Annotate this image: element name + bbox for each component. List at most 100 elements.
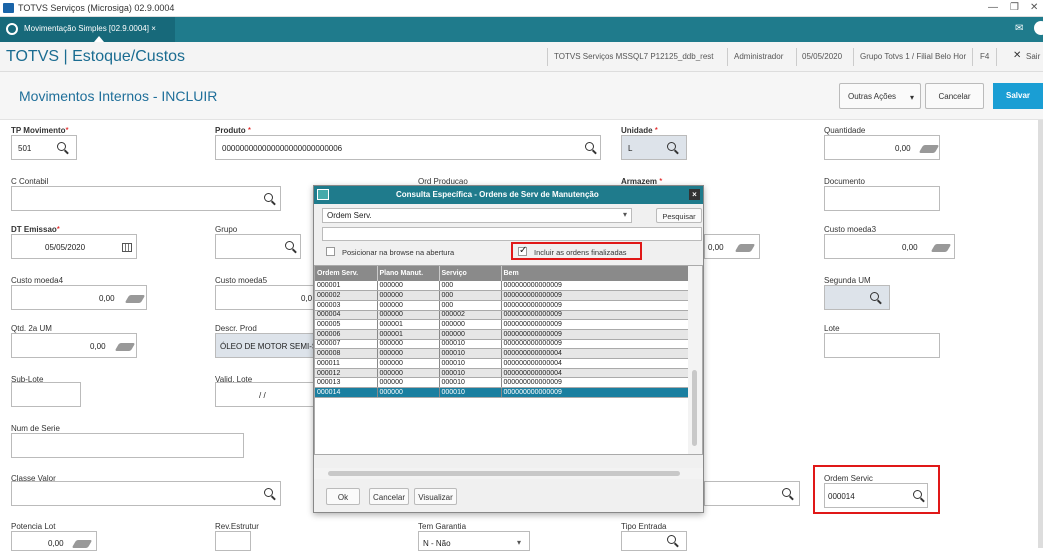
close-icon[interactable]: × (689, 189, 700, 200)
table-row[interactable]: 000004 000000 000002 000000000000009 (315, 310, 689, 321)
table-cell: 000012 (315, 368, 378, 379)
table-cell: 000010 (439, 339, 502, 350)
quantidade-field[interactable]: 0,00 (824, 135, 940, 160)
lote-field[interactable] (824, 333, 940, 358)
produto-field[interactable]: 000000000000000000000000006 (215, 135, 601, 160)
results-grid: Ordem Serv. Plano Manut. Serviço Bem 000001… (314, 265, 703, 455)
table-row[interactable]: 000002 000000 000 000000000000009 (315, 290, 689, 301)
page-scrollbar[interactable] (1038, 120, 1043, 548)
column-header[interactable]: Bem (501, 266, 689, 281)
table-row[interactable]: 000012 000000 000010 000000000000004 (315, 368, 689, 379)
minimize-icon[interactable]: — (988, 2, 998, 13)
num-serie-label: Num de Serie (11, 424, 60, 433)
table-row[interactable]: 000011 000000 000010 000000000000004 (315, 358, 689, 369)
eraser-icon[interactable] (918, 145, 940, 153)
shortcut-key[interactable]: F4 (980, 52, 989, 61)
mail-icon[interactable]: ✉ (1015, 23, 1023, 34)
table-cell: 000000 (377, 368, 440, 379)
documento-field[interactable] (824, 186, 940, 211)
branch-info[interactable]: Grupo Totvs 1 / Filial Belo Hor (860, 52, 966, 61)
valid-lote-field[interactable]: / / (215, 382, 315, 407)
table-row[interactable]: 000001 000000 000 000000000000009 (315, 281, 689, 292)
search-icon[interactable] (667, 535, 676, 544)
index-select[interactable]: Ordem Serv. ▾ (322, 208, 632, 223)
column-header[interactable]: Ordem Serv. (315, 266, 378, 281)
search-icon[interactable] (57, 142, 66, 151)
tab-label: Movimentação Simples [02.9.0004] (24, 24, 149, 33)
cancel-button[interactable]: Cancelar (925, 83, 984, 109)
tem-garantia-select[interactable]: N - Não ▾ (418, 531, 530, 551)
qtd-2a-um-field[interactable]: 0,00 (11, 333, 137, 358)
restore-icon[interactable]: ❐ (1010, 2, 1019, 13)
table-cell: 000000 (377, 358, 440, 369)
grid-vscroll-thumb[interactable] (692, 370, 697, 446)
c-contabil-field[interactable] (11, 186, 281, 211)
other-actions-button[interactable]: Outras Ações ▾ (839, 83, 921, 109)
search-icon[interactable] (667, 142, 676, 151)
custo-field-partial[interactable]: 0,00 (704, 234, 760, 259)
dt-emissao-label: DT Emissao* (11, 225, 60, 234)
custo-moeda4-field[interactable]: 0,00 (11, 285, 147, 310)
eraser-icon[interactable] (124, 295, 146, 303)
table-row[interactable]: 000005 000001 000000 000000000000009 (315, 319, 689, 330)
eraser-icon[interactable] (71, 540, 93, 548)
search-icon[interactable] (285, 241, 294, 250)
custo-moeda5-field[interactable]: 0,0 (215, 285, 315, 310)
num-serie-field[interactable] (11, 433, 244, 458)
custo-moeda3-value: 0,00 (902, 243, 918, 252)
table-row[interactable]: 000007 000000 000010 000000000000009 (315, 339, 689, 350)
hidden-field-right[interactable] (704, 481, 800, 506)
grupo-field[interactable] (215, 234, 301, 259)
tipo-entrada-field[interactable] (621, 531, 687, 551)
table-cell: 000000000000009 (501, 319, 689, 330)
cancel-dialog-button[interactable]: Cancelar (369, 488, 409, 505)
view-button[interactable]: Visualizar (414, 488, 457, 505)
save-button[interactable]: Salvar (993, 83, 1043, 109)
exit-label[interactable]: Sair (1026, 52, 1040, 61)
column-header[interactable]: Serviço (439, 266, 502, 281)
search-icon[interactable] (585, 142, 594, 151)
unidade-field[interactable]: L (621, 135, 687, 160)
column-header[interactable]: Plano Manut. (377, 266, 440, 281)
dt-emissao-field[interactable]: 05/05/2020 (11, 234, 137, 259)
tab-close-icon[interactable]: × (151, 24, 156, 33)
grid-hscroll[interactable] (314, 468, 703, 479)
search-input[interactable] (322, 227, 702, 241)
help-icon[interactable] (1034, 21, 1043, 35)
close-icon[interactable]: ✕ (1030, 2, 1038, 13)
tab-movimentacao[interactable]: Movimentação Simples [02.9.0004] × (0, 17, 175, 42)
segunda-um-field[interactable] (824, 285, 890, 310)
custo-moeda3-field[interactable]: 0,00 (824, 234, 955, 259)
dialog-title: Consulta Específica - Ordens de Serv de … (396, 190, 599, 199)
ok-button[interactable]: Ok (326, 488, 360, 505)
descr-prod-field[interactable]: ÓLEO DE MOTOR SEMI-S (215, 333, 315, 358)
search-icon[interactable] (870, 292, 879, 301)
grid-vscroll[interactable] (688, 266, 702, 454)
search-icon[interactable] (264, 488, 273, 497)
table-row[interactable]: 000006 000001 000000 000000000000009 (315, 329, 689, 340)
search-icon[interactable] (782, 488, 791, 497)
position-browse-checkbox[interactable] (326, 247, 335, 256)
home-icon[interactable] (6, 23, 18, 35)
rev-estrutur-field[interactable] (215, 531, 251, 551)
potencia-lot-field[interactable]: 0,00 (11, 531, 97, 551)
classe-valor-field[interactable] (11, 481, 281, 506)
exit-icon[interactable]: ✕ (1013, 50, 1021, 61)
table-row[interactable]: 000013 000000 000010 000000000000009 (315, 377, 689, 389)
eraser-icon[interactable] (734, 244, 756, 252)
lookup-dialog: Consulta Específica - Ordens de Serv de … (313, 185, 704, 513)
search-icon[interactable] (264, 193, 273, 202)
table-row[interactable]: 000014 000000 000010 000000000000009 (315, 387, 689, 398)
table-cell: 000 (439, 290, 502, 301)
table-row[interactable]: 000008 000000 000010 000000000000004 (315, 348, 689, 359)
table-cell: 000000000000004 (501, 358, 689, 369)
window-title-bar: TOTVS Serviços (Microsiga) 02.9.0004 — ❐… (0, 0, 1043, 17)
table-row[interactable]: 000003 000000 000 000000000000009 (315, 300, 689, 311)
eraser-icon[interactable] (114, 343, 136, 351)
grid-hscroll-thumb[interactable] (328, 471, 680, 476)
calendar-icon[interactable] (122, 243, 132, 252)
tp-movimento-field[interactable]: 501 (11, 135, 77, 160)
search-button[interactable]: Pesquisar (656, 208, 702, 223)
eraser-icon[interactable] (930, 244, 952, 252)
sub-lote-field[interactable] (11, 382, 81, 407)
